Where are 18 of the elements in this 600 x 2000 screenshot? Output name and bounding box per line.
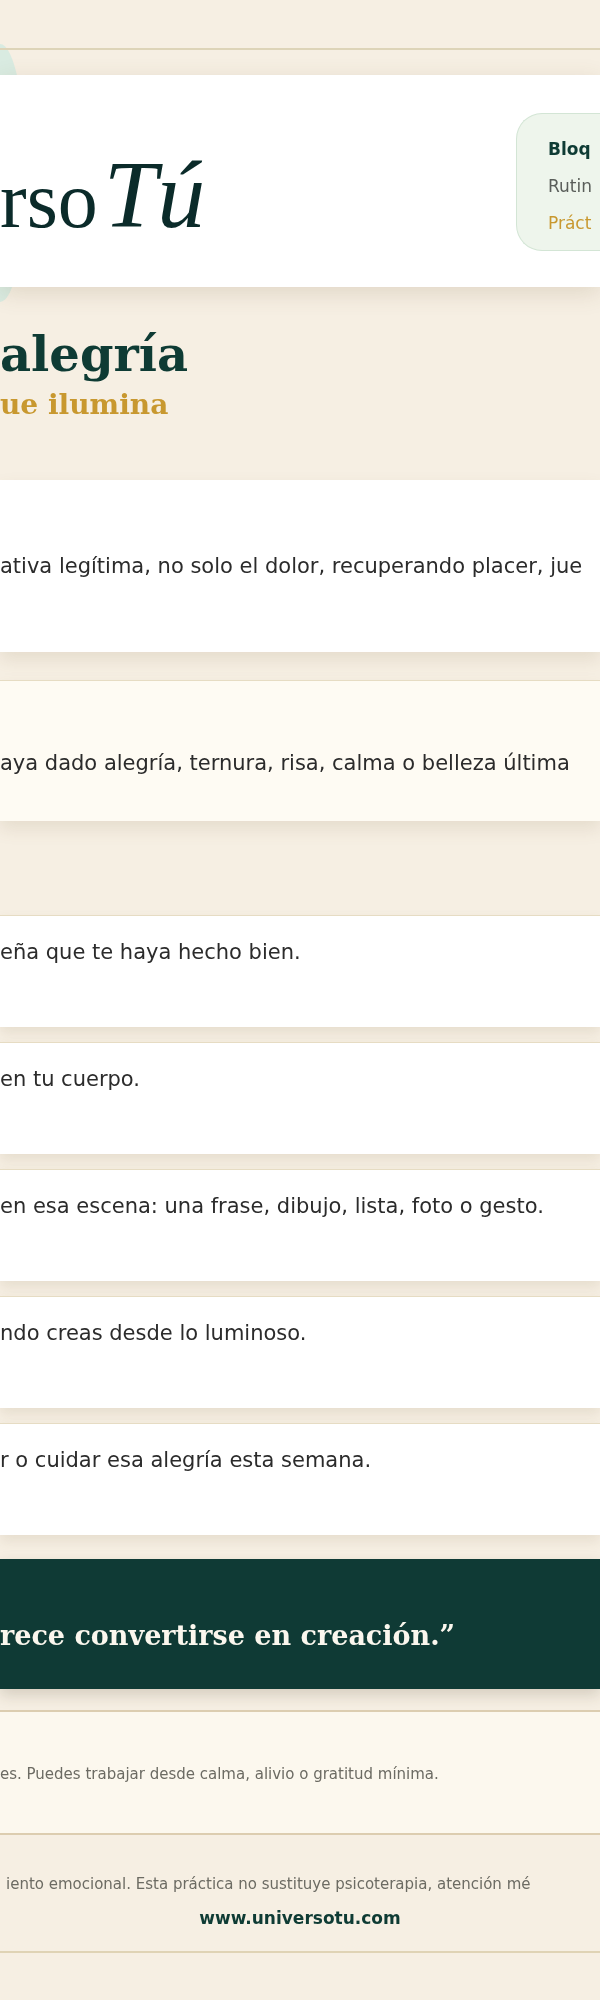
page-subtitle: ue ilumina [0,388,169,422]
prompt-text: eña que te haya hecho bien. [0,939,301,966]
website-link[interactable]: www.universotu.com [199,1906,401,1930]
prompt-text: ndo creas desde lo luminoso. [0,1320,307,1347]
badge-title: Bloq [548,137,591,161]
badge-subtitle: Rutin [548,174,592,198]
quote-text: rece convertirse en creación.” [0,1619,456,1653]
logo-wordmark: rso [0,160,98,240]
prompt-text: en tu cuerpo. [0,1066,141,1093]
prompt-text: en esa escena: una frase, dibujo, lista, foto o gesto. [0,1193,544,1220]
badge-label: Práct [548,211,592,235]
prompt-text: r o cuidar esa alegría esta semana. [0,1447,372,1474]
note-text: es. Puedes trabajar desde calma, alivio o gratitud mínima. [0,1764,439,1785]
highlight-text: aya dado alegría, ternura, risa, calma o belleza última [0,750,570,777]
intro-text: ativa legítima, no solo el dolor, recuperando placer, jue [0,553,583,580]
disclaimer-text: iento emocional. Esta práctica no sustituye psicoterapia, atención mé [5,1874,531,1895]
page-title: alegría [0,325,189,383]
logo-script: Tú [103,147,206,243]
